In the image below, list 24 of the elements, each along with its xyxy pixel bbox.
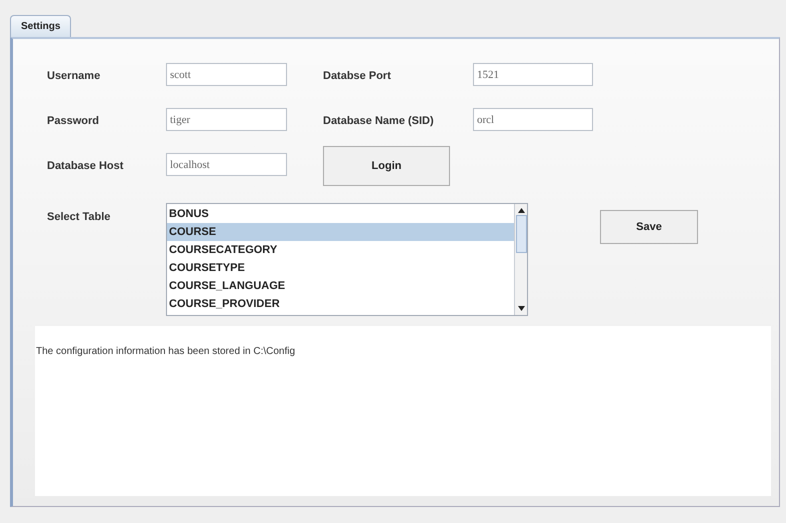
field-label: Password (47, 115, 100, 127)
field-label: Database Host (47, 160, 124, 172)
field-label: Select Table (47, 210, 112, 225)
input-field[interactable]: tiger (166, 108, 287, 131)
up-arrow-icon[interactable] (518, 208, 524, 213)
input-field[interactable]: 1521 (473, 63, 593, 86)
field-label: Username (47, 70, 102, 82)
status-message: The configuration information has been stored in C:\Config (36, 346, 296, 357)
list-item[interactable]: BONUS (167, 205, 514, 223)
down-arrow-icon[interactable] (518, 306, 524, 311)
field-label: Database Name (SID) (323, 115, 435, 127)
list-item[interactable]: COURSE (167, 223, 514, 241)
field-label: Databse Port (323, 70, 392, 82)
list-item[interactable]: COURSECATEGORY (167, 241, 514, 259)
input-field[interactable]: scott (166, 63, 287, 86)
list-item[interactable]: COURSE_LANGUAGE (167, 277, 514, 295)
login-button[interactable]: Login (323, 146, 450, 186)
tab[interactable]: Settings (10, 15, 72, 37)
scroll-bar[interactable] (514, 204, 527, 315)
list-item[interactable]: COURSE_PROVIDER (167, 295, 514, 313)
save-button[interactable]: Save (600, 210, 698, 244)
input-field[interactable]: orcl (473, 108, 593, 131)
list-item[interactable]: COURSETYPE (167, 259, 514, 277)
input-field[interactable]: localhost (166, 153, 287, 176)
